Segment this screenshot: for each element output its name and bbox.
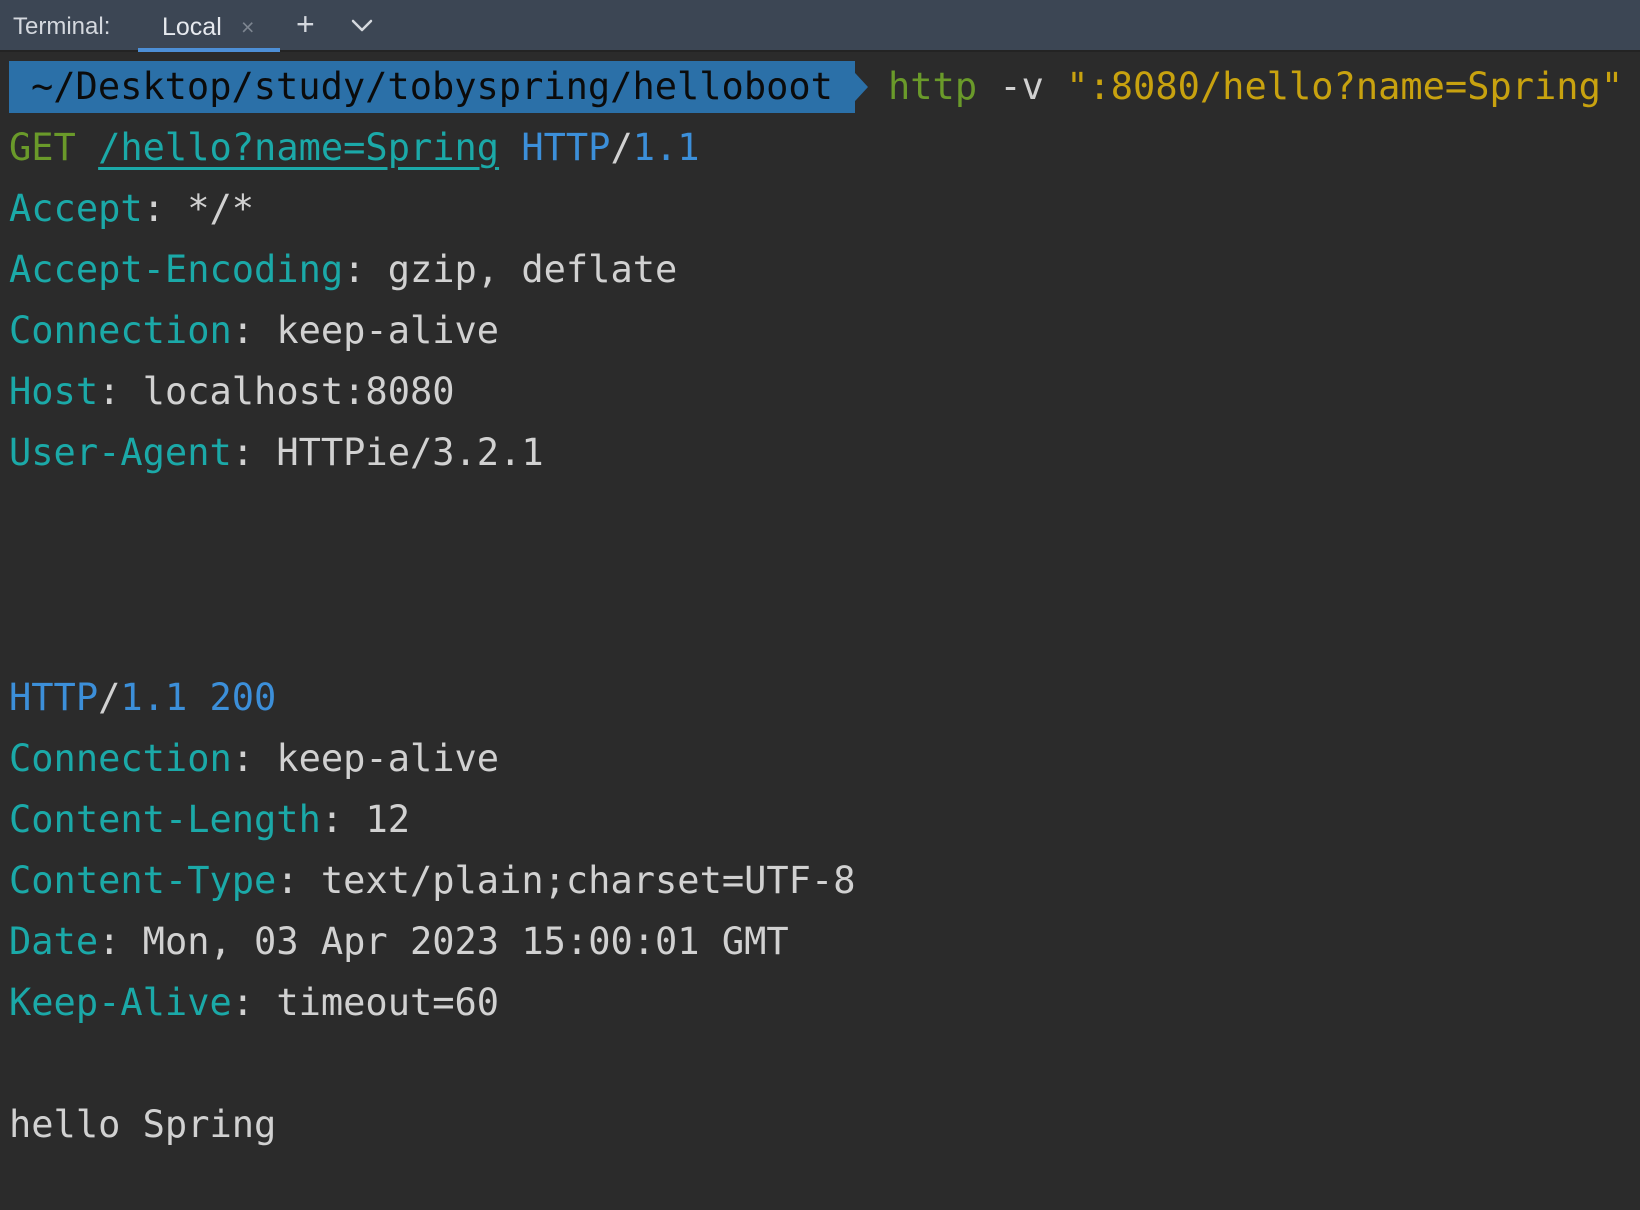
request-path: /hello?name=Spring bbox=[98, 126, 500, 169]
request-header: Connection: keep-alive bbox=[9, 309, 500, 352]
request-header: User-Agent: HTTPie/3.2.1 bbox=[9, 431, 544, 474]
command-flag: -v bbox=[999, 65, 1044, 108]
response-protocol: HTTP bbox=[9, 676, 99, 719]
chevron-down-icon[interactable] bbox=[350, 17, 374, 38]
response-header: Content-Type: text/plain;charset=UTF-8 bbox=[9, 859, 856, 902]
response-status: 200 bbox=[209, 676, 277, 719]
response-header: Date: Mon, 03 Apr 2023 15:00:01 GMT bbox=[9, 920, 789, 963]
response-body: hello Spring bbox=[9, 1103, 277, 1146]
tab-label[interactable]: Local bbox=[162, 13, 222, 42]
request-version: 1.1 bbox=[632, 126, 700, 169]
request-protocol: HTTP bbox=[521, 126, 611, 169]
request-method: GET bbox=[9, 126, 76, 169]
response-header: Connection: keep-alive bbox=[9, 737, 500, 780]
tab-local[interactable]: Local × bbox=[138, 0, 280, 52]
request-line: GET /hello?name=Spring HTTP/1.1 bbox=[9, 126, 700, 169]
request-header: Accept: */* bbox=[9, 187, 255, 230]
request-header: Host: localhost:8080 bbox=[9, 370, 455, 413]
close-icon[interactable]: × bbox=[241, 14, 254, 41]
terminal-output[interactable]: ~/Desktop/study/tobyspring/helloboot htt… bbox=[0, 52, 1640, 1210]
command-argument: ":8080/hello?name=Spring" bbox=[1066, 65, 1624, 108]
response-header: Keep-Alive: timeout=60 bbox=[9, 981, 500, 1024]
response-header: Content-Length: 12 bbox=[9, 798, 410, 841]
response-version: 1.1 bbox=[120, 676, 188, 719]
prompt-path: ~/Desktop/study/tobyspring/helloboot bbox=[9, 61, 855, 113]
status-line: HTTP/1.1 200 bbox=[9, 676, 277, 719]
terminal-toolbar: Terminal: Local × + bbox=[0, 0, 1640, 52]
command-name: http bbox=[888, 65, 978, 108]
command-line: http -v ":8080/hello?name=Spring" bbox=[888, 63, 1623, 111]
request-header: Accept-Encoding: gzip, deflate bbox=[9, 248, 678, 291]
add-tab-icon[interactable]: + bbox=[296, 8, 315, 40]
terminal-title: Terminal: bbox=[13, 13, 111, 40]
prompt-arrow-icon bbox=[844, 61, 868, 113]
